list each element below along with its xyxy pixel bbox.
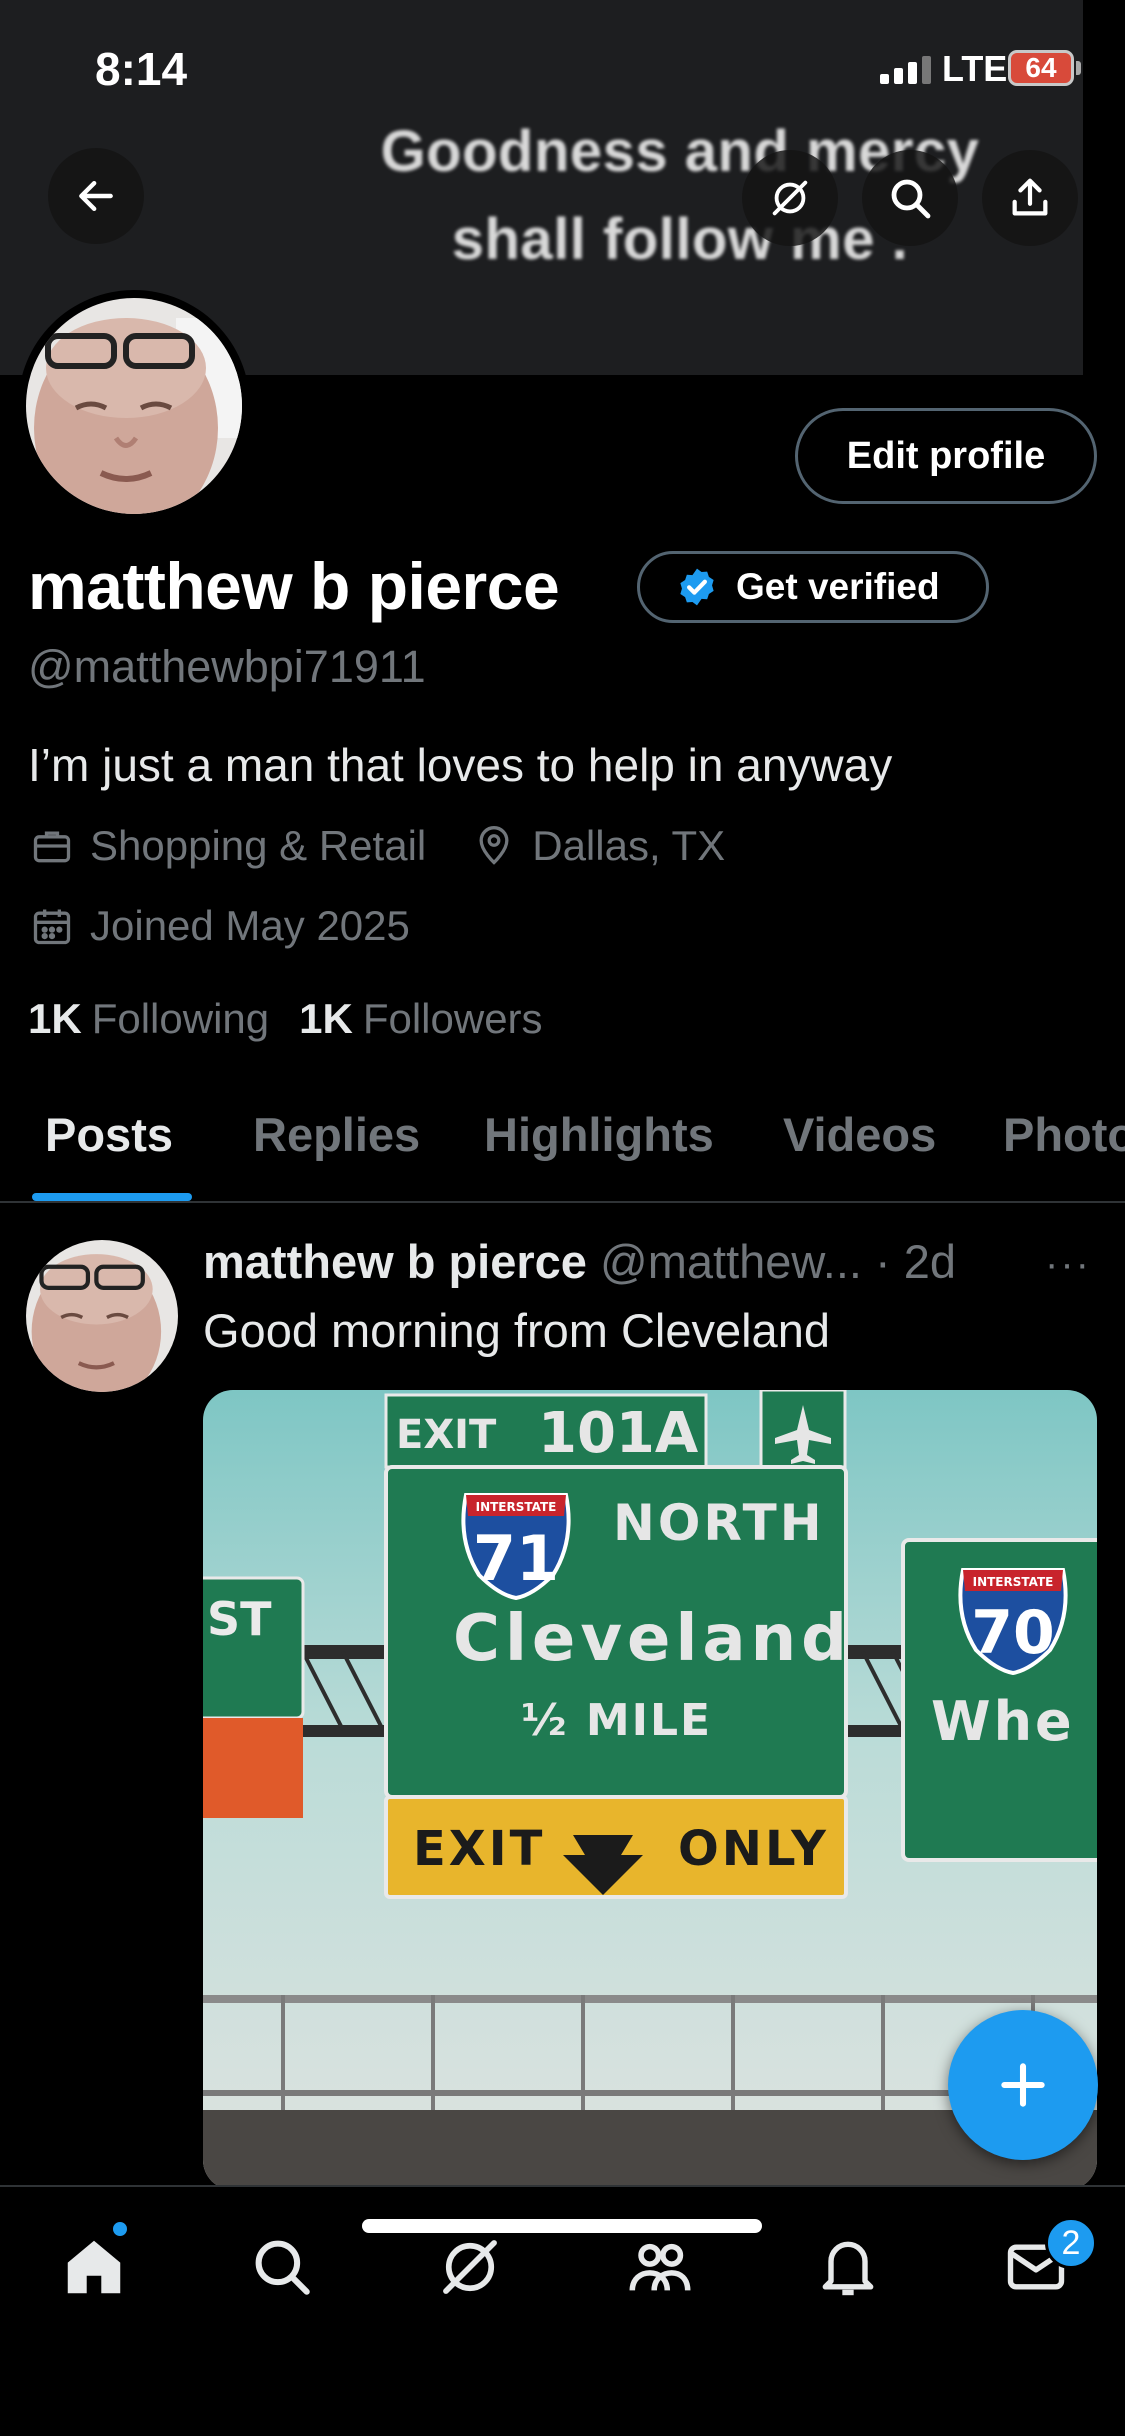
- shield-70-label: INTERSTATE: [973, 1575, 1054, 1589]
- nav-search[interactable]: [242, 2227, 322, 2307]
- share-button[interactable]: [982, 150, 1078, 246]
- tab-posts[interactable]: Posts: [45, 1107, 173, 1162]
- tab-videos[interactable]: Videos: [783, 1107, 936, 1162]
- get-verified-button[interactable]: Get verified: [637, 551, 989, 623]
- shield-71-number: 71: [473, 1522, 559, 1595]
- tab-highlights[interactable]: Highlights: [484, 1107, 714, 1162]
- sign-exit-number: 101A: [538, 1401, 699, 1466]
- shield-70-number: 70: [971, 1598, 1055, 1668]
- post-avatar[interactable]: [26, 1240, 178, 1392]
- grok-icon: [443, 2240, 497, 2294]
- shield-71-label: INTERSTATE: [476, 1500, 557, 1514]
- network-label: LTE: [942, 48, 1008, 89]
- followers-link[interactable]: 1K Followers: [299, 995, 542, 1043]
- interstate-71-shield: INTERSTATE 71: [461, 1493, 571, 1601]
- profile-joined: Joined May 2025: [90, 902, 410, 949]
- verified-badge-icon: [680, 568, 714, 606]
- tab-photos[interactable]: Photos: [1003, 1107, 1125, 1162]
- search-icon: [255, 2240, 310, 2295]
- post-author[interactable]: matthew b pierce: [203, 1235, 587, 1288]
- sign-side-text: Whe: [931, 1690, 1075, 1753]
- communities-icon: [629, 2243, 691, 2291]
- get-verified-label: Get verified: [736, 566, 940, 607]
- profile-joined-row: Joined May 2025: [28, 902, 410, 950]
- home-icon: [67, 2240, 121, 2294]
- nav-communities[interactable]: [620, 2227, 700, 2307]
- sign-exit-only-right: ONLY: [678, 1821, 829, 1877]
- back-button[interactable]: [48, 148, 144, 244]
- post-more-button[interactable]: ···: [1045, 1242, 1091, 1287]
- briefcase-icon: [28, 822, 76, 870]
- calendar-icon: [28, 902, 76, 950]
- display-name: matthew b pierce: [28, 549, 560, 623]
- sign-left-text: ST: [207, 1592, 272, 1646]
- status-time: 8:14: [95, 43, 188, 95]
- battery-level: 64: [1025, 52, 1057, 83]
- share-icon: [1012, 178, 1048, 216]
- signal-icon: [880, 56, 931, 84]
- grok-button[interactable]: [742, 150, 838, 246]
- arrow-left-icon: [79, 180, 113, 212]
- sign-exit-only-left: EXIT: [413, 1821, 545, 1877]
- followers-count: 1K: [299, 995, 353, 1042]
- post-text: Good morning from Cleveland: [203, 1304, 830, 1357]
- home-notification-dot: [110, 2219, 130, 2239]
- compose-post-button[interactable]: [948, 2010, 1098, 2160]
- followers-label: Followers: [362, 995, 543, 1042]
- sign-direction: NORTH: [613, 1494, 825, 1552]
- plus-icon: [1001, 2063, 1045, 2107]
- search-icon: [891, 179, 931, 219]
- sign-city: Cleveland: [453, 1602, 852, 1676]
- search-button[interactable]: [862, 150, 958, 246]
- battery-tip: [1076, 61, 1081, 75]
- following-count: 1K: [28, 995, 82, 1042]
- profile-handle: @matthewbpi71911: [28, 641, 426, 692]
- grok-icon: [772, 180, 808, 216]
- profile-location: Dallas, TX: [532, 822, 726, 869]
- following-link[interactable]: 1K Following: [28, 995, 269, 1043]
- following-label: Following: [91, 995, 270, 1042]
- sign-exit-label: EXIT: [396, 1412, 497, 1458]
- post-header: matthew b pierce @matthew... · 2d: [203, 1234, 956, 1289]
- location-icon: [470, 822, 518, 870]
- interstate-70-shield: INTERSTATE 70: [958, 1568, 1068, 1676]
- follow-stats: 1K Following 1K Followers: [28, 995, 543, 1043]
- profile-category: Shopping & Retail: [90, 822, 427, 869]
- active-tab-indicator: [32, 1193, 192, 1201]
- status-bar: 8:14 LTE 64: [0, 0, 1125, 140]
- profile-meta-row: Shopping & Retail Dallas, TX: [28, 822, 725, 870]
- battery-icon: 64: [1008, 50, 1074, 86]
- nav-notifications[interactable]: [808, 2227, 888, 2307]
- messages-badge: 2: [1045, 2217, 1097, 2269]
- edit-profile-button[interactable]: Edit profile: [795, 408, 1097, 504]
- avatar-image: [26, 298, 242, 514]
- tab-replies[interactable]: Replies: [253, 1107, 420, 1162]
- profile-tabs: Posts Replies Highlights Videos Photos: [0, 1085, 1125, 1203]
- home-indicator[interactable]: [362, 2219, 762, 2233]
- sign-distance: ½ MILE: [521, 1695, 712, 1746]
- nav-grok[interactable]: [430, 2227, 510, 2307]
- profile-avatar[interactable]: [18, 290, 250, 522]
- bell-icon: [822, 2241, 874, 2296]
- post-handle-time: @matthew... · 2d: [600, 1235, 956, 1288]
- nav-home[interactable]: [54, 2227, 134, 2307]
- profile-bio: I’m just a man that loves to help in any…: [28, 739, 893, 791]
